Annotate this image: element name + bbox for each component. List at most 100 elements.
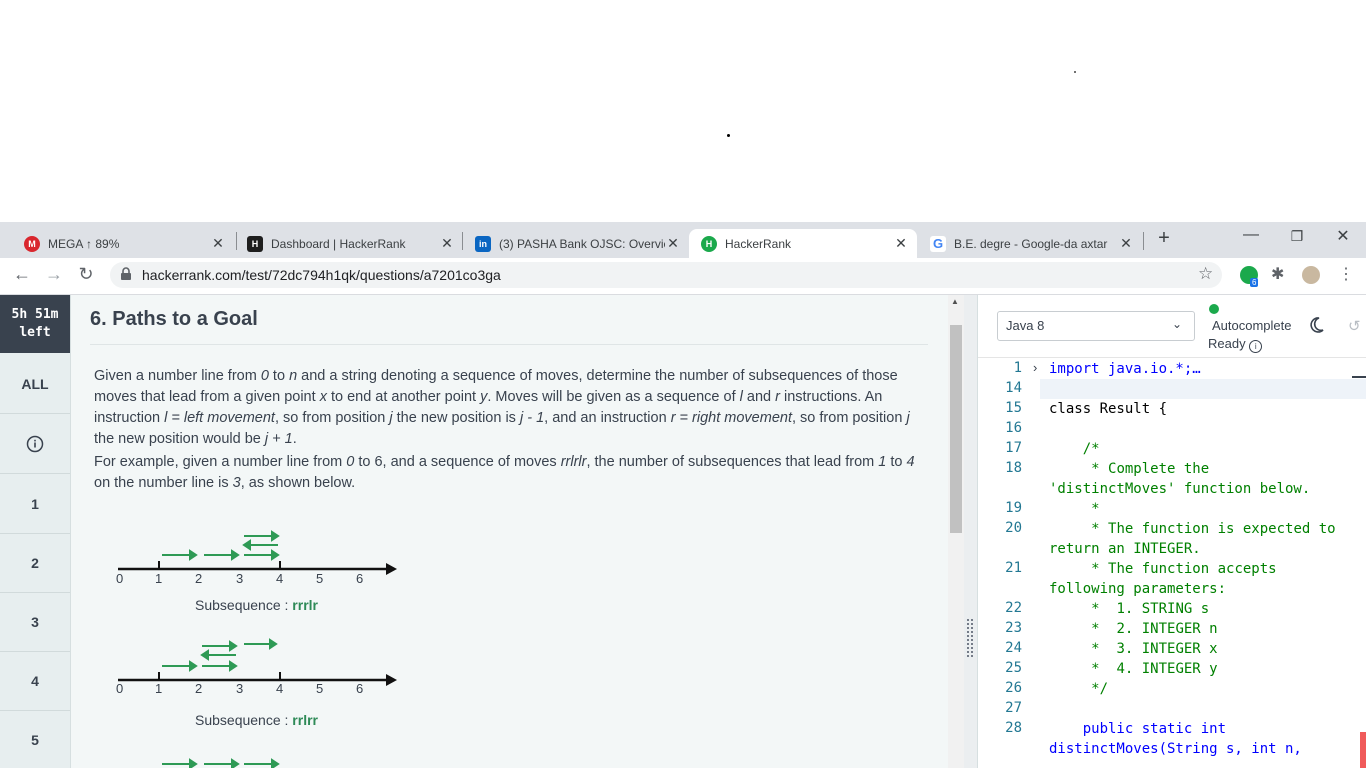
close-icon[interactable]: ✕ bbox=[893, 235, 909, 252]
timer: 5h 51m left bbox=[0, 295, 70, 353]
chevron-down-icon: ⌄ bbox=[1172, 317, 1183, 331]
svg-text:6: 6 bbox=[356, 571, 363, 586]
code-line[interactable]: import java.io.*;… bbox=[1049, 359, 1339, 379]
nav-divider bbox=[0, 473, 70, 474]
code-line[interactable]: * Complete the 'distinctMoves' function … bbox=[1049, 459, 1339, 499]
code-line[interactable]: class Result { bbox=[1049, 399, 1339, 419]
close-icon[interactable]: ✕ bbox=[439, 235, 455, 252]
extensions-puzzle-icon[interactable]: ✱ bbox=[1271, 264, 1284, 284]
nav-question-5[interactable]: 5 bbox=[0, 732, 70, 748]
restore-button[interactable]: ❐ bbox=[1282, 228, 1312, 245]
error-marker bbox=[1360, 732, 1366, 768]
scroll-up-arrow-icon[interactable]: ▲ bbox=[951, 297, 959, 306]
pane-splitter[interactable] bbox=[964, 295, 977, 768]
hackerrank-icon: H bbox=[701, 235, 717, 252]
line-number: 1 bbox=[1013, 360, 1022, 376]
code-line[interactable]: * 1. STRING s bbox=[1049, 599, 1339, 619]
line-number: 20 bbox=[1005, 520, 1022, 536]
svg-text:5: 5 bbox=[316, 681, 323, 696]
url-text: hackerrank.com/test/72dc794h1qk/question… bbox=[142, 267, 501, 283]
subsequence-caption: Subsequence : rrrlr bbox=[195, 597, 318, 613]
timer-left: left bbox=[19, 325, 51, 340]
hackerrank-icon: H bbox=[247, 235, 263, 252]
timer-time: 5h 51m bbox=[11, 307, 59, 322]
number-line-figure-partial bbox=[162, 758, 280, 768]
history-icon[interactable]: ↺ bbox=[1348, 317, 1361, 335]
tab-title: MEGA ↑ 89% bbox=[48, 236, 120, 251]
code-line[interactable]: * 4. INTEGER y bbox=[1049, 659, 1339, 679]
editor-overview-marker bbox=[1352, 376, 1366, 378]
subsequence-caption: Subsequence : rrlrr bbox=[195, 712, 318, 728]
info-icon[interactable]: i bbox=[1249, 340, 1263, 353]
svg-text:5: 5 bbox=[316, 571, 323, 586]
svg-text:2: 2 bbox=[195, 571, 202, 586]
code-line[interactable]: * 2. INTEGER n bbox=[1049, 619, 1339, 639]
line-number: 24 bbox=[1005, 640, 1022, 656]
lock-icon bbox=[120, 267, 132, 286]
nav-all[interactable]: ALL bbox=[0, 376, 70, 392]
close-icon[interactable]: ✕ bbox=[665, 235, 681, 252]
nav-divider bbox=[0, 651, 70, 652]
number-line-figure: 0 1 2 3 4 5 6 bbox=[116, 530, 397, 586]
nav-question-4[interactable]: 4 bbox=[0, 673, 70, 689]
drag-handle-icon[interactable] bbox=[966, 618, 975, 658]
line-number: 26 bbox=[1005, 680, 1022, 696]
nav-divider bbox=[0, 592, 70, 593]
tab-title: HackerRank bbox=[725, 236, 792, 251]
title-divider bbox=[90, 344, 928, 345]
code-line[interactable]: * The function is expected to return an … bbox=[1049, 519, 1339, 559]
code-line[interactable]: public static int distinctMoves(String s… bbox=[1049, 719, 1339, 759]
line-number: 17 bbox=[1005, 440, 1022, 456]
extension-badge: 6 bbox=[1250, 278, 1259, 287]
fold-chevron-icon[interactable]: › bbox=[1033, 360, 1037, 375]
code-line[interactable]: * 3. INTEGER x bbox=[1049, 639, 1339, 659]
tab-title: (3) PASHA Bank OJSC: Overview bbox=[499, 236, 665, 251]
svg-text:1: 1 bbox=[155, 571, 162, 586]
menu-dots-icon[interactable]: ⋮ bbox=[1338, 264, 1354, 284]
window-close-button[interactable]: ✕ bbox=[1328, 226, 1358, 246]
line-number: 23 bbox=[1005, 620, 1022, 636]
svg-text:0: 0 bbox=[116, 681, 123, 696]
close-icon[interactable]: ✕ bbox=[210, 235, 226, 252]
mega-icon: M bbox=[24, 235, 40, 252]
bookmark-star-icon[interactable]: ☆ bbox=[1198, 264, 1213, 284]
question-title: 6. Paths to a Goal bbox=[90, 308, 258, 330]
scrollbar-thumb[interactable] bbox=[950, 325, 962, 533]
line-number: 27 bbox=[1005, 700, 1022, 716]
new-tab-button[interactable]: + bbox=[1149, 227, 1179, 250]
problem-statement: Given a number line from 0 to n and a st… bbox=[94, 368, 910, 447]
nav-question-2[interactable]: 2 bbox=[0, 555, 70, 571]
code-line[interactable]: * The function accepts following paramet… bbox=[1049, 559, 1339, 599]
language-select[interactable]: Java 8 bbox=[997, 311, 1195, 341]
line-number: 28 bbox=[1005, 720, 1022, 736]
info-icon[interactable] bbox=[26, 435, 44, 458]
nav-divider bbox=[0, 413, 70, 414]
forward-button[interactable]: → bbox=[42, 264, 66, 285]
question-nav bbox=[0, 295, 71, 768]
code-line[interactable]: /* bbox=[1049, 439, 1339, 459]
nav-question-1[interactable]: 1 bbox=[0, 496, 70, 512]
nav-question-3[interactable]: 3 bbox=[0, 614, 70, 630]
tab-google-search[interactable]: G B.E. degre - Google-da axtar ✕ bbox=[918, 229, 1142, 258]
line-number: 14 bbox=[1005, 380, 1022, 396]
moon-icon[interactable] bbox=[1307, 316, 1325, 339]
code-line[interactable]: * bbox=[1049, 499, 1339, 519]
tab-dashboard-hackerrank[interactable]: H Dashboard | HackerRank ✕ bbox=[235, 229, 463, 258]
minimize-button[interactable]: — bbox=[1236, 226, 1266, 244]
screen-dot bbox=[727, 134, 730, 137]
close-icon[interactable]: ✕ bbox=[1118, 235, 1134, 252]
tab-hackerrank[interactable]: H HackerRank ✕ bbox=[689, 229, 917, 258]
line-number: 22 bbox=[1005, 600, 1022, 616]
tab-mega[interactable]: M MEGA ↑ 89% ✕ bbox=[12, 229, 234, 258]
autocomplete-label[interactable]: Autocomplete bbox=[1212, 318, 1292, 333]
line-number: 25 bbox=[1005, 660, 1022, 676]
avatar[interactable] bbox=[1302, 266, 1320, 284]
reload-button[interactable]: ↻ bbox=[74, 264, 98, 285]
code-line[interactable]: */ bbox=[1049, 679, 1339, 699]
nav-divider bbox=[0, 533, 70, 534]
svg-text:1: 1 bbox=[155, 681, 162, 696]
tab-pasha-bank[interactable]: in (3) PASHA Bank OJSC: Overview ✕ bbox=[463, 229, 689, 258]
svg-text:3: 3 bbox=[236, 681, 243, 696]
back-button[interactable]: ← bbox=[10, 264, 34, 285]
tab-title: Dashboard | HackerRank bbox=[271, 236, 406, 251]
